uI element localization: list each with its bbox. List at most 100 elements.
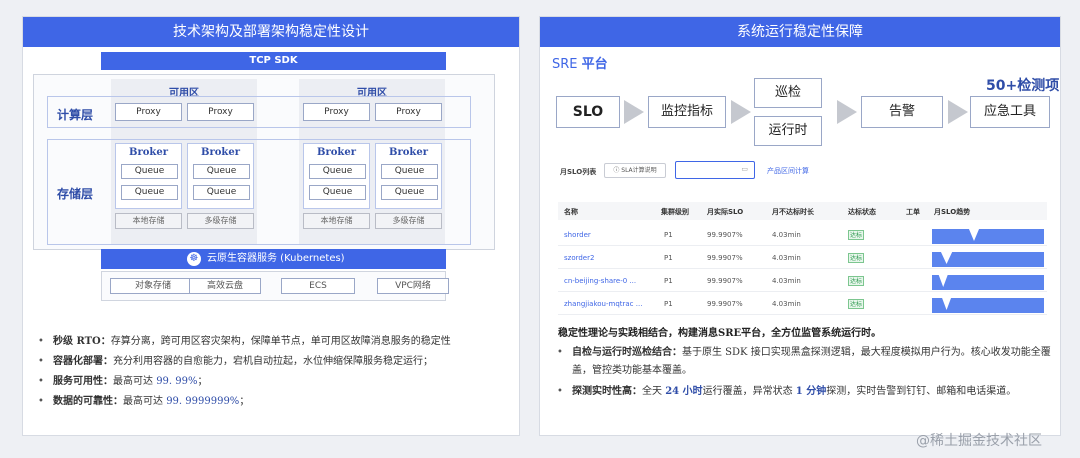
row-name-link[interactable]: cn-beijing-share-0 ... — [564, 277, 636, 285]
queue-box: Queue — [121, 164, 178, 179]
kubernetes-icon: ☸ — [187, 252, 201, 266]
sparkline-area — [932, 229, 1044, 244]
broker-title: Broker — [201, 147, 240, 158]
left-panel-title: 技术架构及部署架构稳定性设计 — [23, 17, 519, 47]
info-icon: ⓘ — [613, 167, 620, 174]
sre-platform-label: SRE 平台 — [552, 57, 608, 72]
row-level: P1 — [664, 254, 673, 262]
bullet-item: 容器化部署：充分利用容器的自愈能力，宕机自动拉起，水位伸缩保障服务稳定运行； — [35, 353, 511, 371]
multi-storage-box: 多级存储 — [375, 213, 442, 229]
col-status[interactable]: 达标状态 — [848, 207, 876, 217]
broker-title: Broker — [129, 147, 168, 158]
flow-arrow-icon — [731, 100, 751, 124]
local-storage-box: 本地存储 — [303, 213, 370, 229]
bullet-item: 探测实时性高：全天 24 小时运行覆盖，异常状态 1 分钟探测，实时告警到钉钉、… — [554, 383, 1052, 401]
tab-slo-list[interactable]: 月SLO列表 — [560, 167, 596, 177]
checks-count: 50+检测项 — [986, 78, 1060, 94]
queue-box: Queue — [381, 185, 438, 200]
right-panel: 系统运行稳定性保障 SRE 平台 50+检测项 SLO 监控指标 巡检 运行时 … — [539, 16, 1061, 436]
slo-trend-sparkline — [932, 229, 1044, 244]
col-duration[interactable]: 月不达标时长 — [772, 207, 814, 217]
broker-card: Broker Queue Queue — [115, 143, 182, 209]
row-slo: 99.9907% — [707, 231, 743, 239]
broker-card: Broker Queue Queue — [187, 143, 254, 209]
proxy-box: Proxy — [187, 103, 254, 121]
flow-inspect: 巡检 — [754, 78, 822, 108]
flow-tools: 应急工具 — [970, 96, 1050, 128]
row-duration: 4.03min — [772, 231, 801, 239]
sparkline-area — [932, 252, 1044, 267]
flow-runtime: 运行时 — [754, 116, 822, 146]
local-storage-box: 本地存储 — [115, 213, 182, 229]
multi-storage-box: 多级存储 — [187, 213, 254, 229]
row-name-link[interactable]: zhangjiakou-mqtrac ... — [564, 300, 642, 308]
flow-arrow-icon — [837, 100, 857, 124]
status-badge: 达标 — [848, 299, 864, 309]
calendar-icon: ▭ — [741, 165, 748, 173]
date-picker[interactable]: ▭ — [675, 161, 755, 179]
row-level: P1 — [664, 231, 673, 239]
col-name[interactable]: 名称 — [564, 207, 578, 217]
proxy-box: Proxy — [115, 103, 182, 121]
left-bullets: 秒级 RTO：存算分离，跨可用区容灾架构，保障单节点，单可用区故障消息服务的稳定… — [35, 333, 511, 411]
row-duration: 4.03min — [772, 300, 801, 308]
flow-metrics: 监控指标 — [648, 96, 726, 128]
sparkline-area — [932, 275, 1044, 290]
infra-item: 对象存储 — [110, 278, 196, 294]
row-duration: 4.03min — [772, 254, 801, 262]
bullet-item: 秒级 RTO：存算分离，跨可用区容灾架构，保障单节点，单可用区故障消息服务的稳定… — [35, 333, 511, 351]
infra-item: ECS — [281, 278, 355, 294]
broker-title: Broker — [317, 147, 356, 158]
queue-box: Queue — [309, 164, 366, 179]
slo-trend-sparkline — [932, 275, 1044, 290]
broker-card: Broker Queue Queue — [375, 143, 442, 209]
bullet-item: 自检与运行时巡检结合：基于原生 SDK 接口实现黑盒探测逻辑，最大程度模拟用户行… — [554, 344, 1052, 380]
status-badge: 达标 — [848, 230, 864, 240]
broker-title: Broker — [389, 147, 428, 158]
flow-arrow-icon — [948, 100, 968, 124]
sparkline-area — [932, 298, 1044, 313]
flow-slo: SLO — [556, 96, 620, 128]
kubernetes-bar: ☸ 云原生容器服务 (Kubernetes) — [101, 249, 446, 269]
sdk-bar: TCP SDK — [101, 52, 446, 70]
queue-box: Queue — [309, 185, 366, 200]
left-panel: 技术架构及部署架构稳定性设计 TCP SDK 可用区 可用区 计算层 Proxy… — [22, 16, 520, 436]
row-slo: 99.9907% — [707, 277, 743, 285]
proxy-box: Proxy — [375, 103, 442, 121]
queue-box: Queue — [381, 164, 438, 179]
compute-layer-label: 计算层 — [57, 108, 94, 122]
infra-item: 高效云盘 — [189, 278, 261, 294]
row-name-link[interactable]: szorder2 — [564, 254, 594, 262]
range-calc-link[interactable]: 产品区间计算 — [767, 166, 809, 176]
col-slo[interactable]: 月实际SLO — [707, 207, 743, 217]
queue-box: Queue — [121, 185, 178, 200]
sla-button[interactable]: ⓘ SLA计算说明 — [604, 163, 666, 178]
row-duration: 4.03min — [772, 277, 801, 285]
row-level: P1 — [664, 300, 673, 308]
row-slo: 99.9907% — [707, 300, 743, 308]
slo-table-panel: 月SLO列表 ⓘ SLA计算说明 ▭ 产品区间计算 名称 集群级别 月实际SLO… — [554, 157, 1051, 321]
kubernetes-label: 云原生容器服务 (Kubernetes) — [207, 253, 345, 264]
row-slo: 99.9907% — [707, 254, 743, 262]
queue-box: Queue — [193, 185, 250, 200]
summary-text: 稳定性理论与实践相结合，构建消息SRE平台，全方位监管系统运行时。 — [558, 328, 882, 339]
broker-card: Broker Queue Queue — [303, 143, 370, 209]
col-trend[interactable]: 月SLO趋势 — [934, 207, 970, 217]
storage-layer-label: 存储层 — [57, 187, 94, 201]
col-ticket[interactable]: 工单 — [906, 207, 920, 217]
right-panel-title: 系统运行稳定性保障 — [540, 17, 1060, 47]
proxy-box: Proxy — [303, 103, 370, 121]
row-name-link[interactable]: shorder — [564, 231, 591, 239]
status-badge: 达标 — [848, 276, 864, 286]
row-level: P1 — [664, 277, 673, 285]
slo-trend-sparkline — [932, 298, 1044, 313]
queue-box: Queue — [193, 164, 250, 179]
bullet-item: 服务可用性：最高可达 99. 99%； — [35, 373, 511, 391]
status-badge: 达标 — [848, 253, 864, 263]
right-bullets: 自检与运行时巡检结合：基于原生 SDK 接口实现黑盒探测逻辑，最大程度模拟用户行… — [554, 344, 1052, 401]
slo-trend-sparkline — [932, 252, 1044, 267]
infra-item: VPC网络 — [377, 278, 449, 294]
flow-arrow-icon — [624, 100, 644, 124]
bullet-item: 数据的可靠性：最高可达 99. 9999999%； — [35, 393, 511, 411]
col-level[interactable]: 集群级别 — [661, 207, 689, 217]
